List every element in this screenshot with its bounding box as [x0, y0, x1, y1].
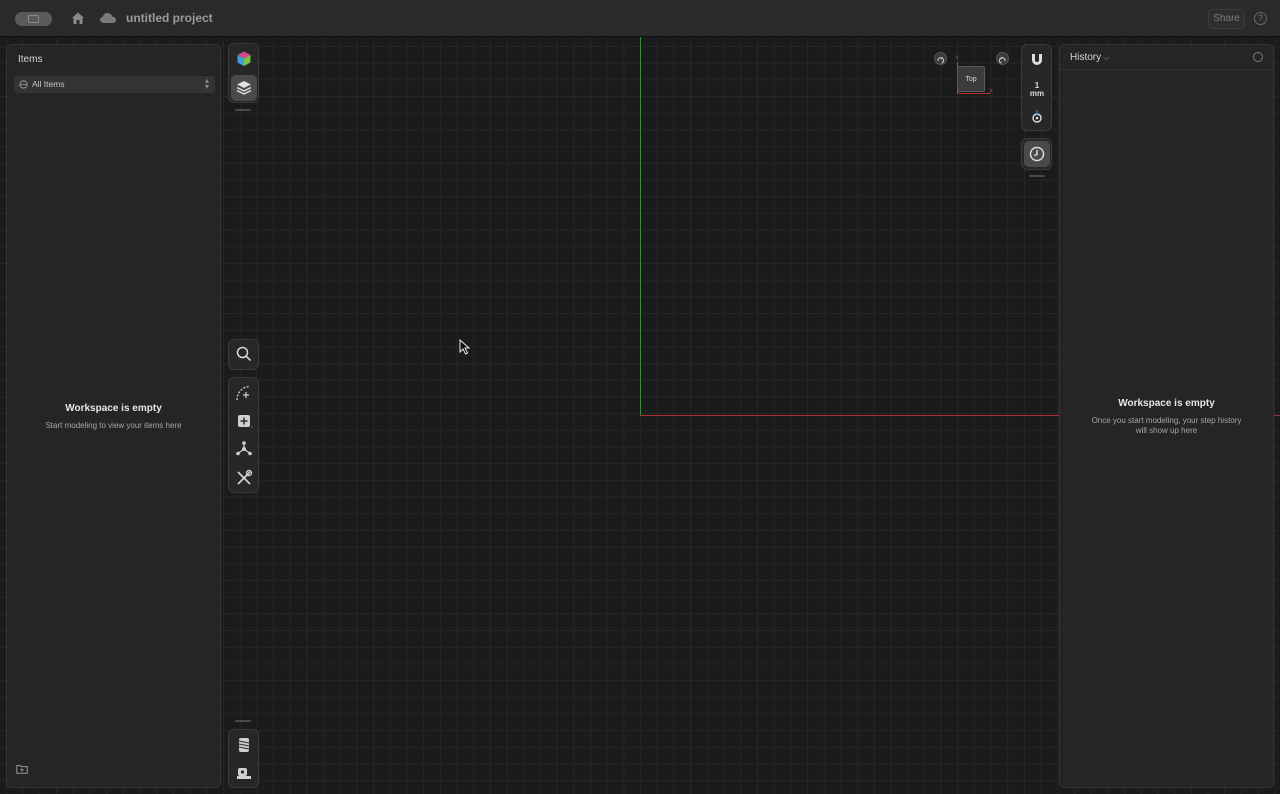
transform-button[interactable] [231, 436, 257, 462]
rotate-view-right-button[interactable] [996, 52, 1009, 65]
modeling-toolbar [228, 377, 259, 493]
history-empty-title: Workspace is empty [1118, 398, 1215, 409]
tools-button[interactable] [231, 465, 257, 491]
bottom-toolbar [228, 729, 259, 788]
panel-icon [28, 15, 39, 23]
history-title: History [1070, 52, 1102, 63]
layers-button[interactable] [231, 75, 257, 101]
search-toolbar [228, 339, 259, 370]
new-folder-icon[interactable] [16, 764, 28, 774]
thread-tool-button[interactable] [231, 732, 257, 758]
add-primitive-button[interactable] [231, 408, 257, 434]
items-filter-select[interactable]: All Items ▴ ▾ [14, 76, 215, 93]
vertex-transform-icon [236, 441, 252, 456]
search-button[interactable] [231, 341, 257, 367]
view-cube-x-label: X [989, 89, 994, 95]
curve-add-icon [236, 385, 251, 401]
tape-measure-icon [237, 768, 251, 779]
toolbar-drag-handle[interactable] [235, 109, 251, 111]
chevron-updown-icon: ▴ ▾ [204, 76, 209, 91]
history-header: History ⌵ [1060, 45, 1273, 70]
items-empty-subtitle: Start modeling to view your items here [45, 421, 182, 430]
cloud-icon[interactable] [99, 11, 117, 25]
items-panel-title: Items [18, 54, 43, 65]
layers-stack-icon [236, 81, 252, 95]
history-empty-subtitle-line2: will show up here [1135, 426, 1198, 435]
history-panel: History ⌵ Workspace is empty Once you sta… [1059, 44, 1274, 788]
snap-units-toolbar: 1 mm [1021, 44, 1052, 131]
rotate-view-left-button[interactable] [934, 52, 947, 65]
rotate-right-icon [937, 57, 945, 64]
filter-icon[interactable] [1253, 52, 1263, 62]
measure-tool-button[interactable] [231, 760, 257, 786]
add-box-icon [238, 415, 253, 428]
items-panel: Items All Items ▴ ▾ Workspace is empty St… [6, 44, 221, 788]
right-toolbar-handle[interactable] [1029, 175, 1045, 177]
materials-button[interactable] [231, 46, 257, 72]
magnet-icon [1032, 54, 1042, 65]
share-button[interactable]: Share [1208, 9, 1245, 29]
gizmo-icon [1032, 110, 1042, 123]
history-toggle-button[interactable] [1024, 141, 1050, 167]
snap-toggle-button[interactable] [1024, 47, 1050, 73]
history-empty-subtitle-line1: Once you start modeling, your step histo… [1091, 416, 1242, 425]
chevron-down-icon: ⌵ [1103, 53, 1110, 62]
home-icon[interactable] [70, 10, 86, 26]
rotate-left-icon [998, 57, 1006, 64]
help-icon[interactable]: ? [1254, 12, 1267, 25]
mouse-cursor-icon [459, 339, 471, 355]
items-filter-value: All Items [32, 79, 65, 89]
sidebar-toggle-button[interactable] [15, 12, 52, 26]
bottom-toolbar-handle[interactable] [235, 720, 251, 722]
items-empty-title: Workspace is empty [65, 403, 162, 414]
sketch-curve-button[interactable] [231, 380, 257, 406]
grid-unit-name[interactable]: mm [1022, 90, 1052, 98]
gizmo-button[interactable] [1024, 103, 1050, 129]
history-dropdown[interactable]: History ⌵ [1070, 52, 1109, 63]
view-cube[interactable]: Top [957, 66, 985, 92]
thread-icon [238, 738, 250, 752]
history-toggle-toolbar [1021, 138, 1052, 170]
view-mode-toolbar [228, 43, 259, 103]
top-bar: untitled project Share ? [0, 0, 1280, 37]
project-title[interactable]: untitled project [126, 11, 213, 25]
view-cube-x-axis [957, 93, 990, 94]
color-cube-icon [237, 51, 251, 66]
clock-icon [1029, 146, 1045, 162]
layers-icon [19, 80, 28, 89]
y-axis-line [640, 37, 641, 415]
wrench-screwdriver-icon [237, 469, 253, 485]
search-icon [236, 346, 252, 362]
